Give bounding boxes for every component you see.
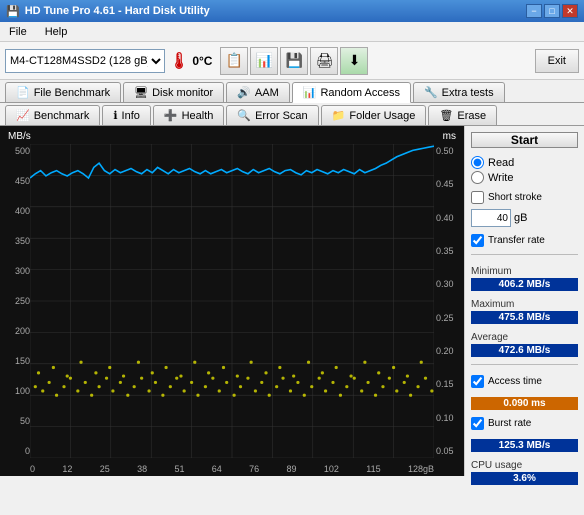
close-button[interactable]: ✕ [562, 4, 578, 18]
tab-row-1: 📄 File Benchmark 🖥 Disk monitor 🔊 AAM 📊 … [0, 80, 584, 103]
window-title: HD Tune Pro 4.61 - Hard Disk Utility [25, 5, 210, 17]
toolbar-btn-4[interactable]: 🖨 [310, 47, 338, 75]
radio-group: Read Write [471, 156, 578, 184]
toolbar-btn-3[interactable]: 💾 [280, 47, 308, 75]
chart-area: MB/s ms 500 450 400 350 300 250 200 150 … [0, 126, 464, 476]
exit-button[interactable]: Exit [535, 49, 579, 73]
minimum-stat: Minimum 406.2 MB/s [471, 266, 578, 291]
menu-help[interactable]: Help [41, 25, 72, 39]
tab-row-2: 📈 Benchmark ℹ Info ➕ Health 🔍 Error Scan… [0, 103, 584, 126]
divider-2 [471, 364, 578, 365]
toolbar-btn-2[interactable]: 📊 [250, 47, 278, 75]
minimum-value: 406.2 MB/s [471, 278, 578, 291]
access-time-checkbox[interactable] [471, 375, 484, 388]
tab-info[interactable]: ℹ Info [102, 105, 151, 125]
window-controls: − □ ✕ [526, 4, 578, 18]
tab-extra-tests[interactable]: 🔧 Extra tests [413, 82, 505, 102]
tab-folder-usage[interactable]: 📁 Folder Usage [321, 105, 427, 125]
short-stroke-row[interactable]: Short stroke [471, 191, 578, 204]
average-label: Average [471, 332, 578, 343]
toolbar-btn-1[interactable]: 📋 [220, 47, 248, 75]
maximize-button[interactable]: □ [544, 4, 560, 18]
burst-rate-row[interactable]: Burst rate [471, 417, 578, 430]
access-time-row[interactable]: Access time [471, 375, 578, 388]
tab-random-access[interactable]: 📊 Random Access [292, 82, 411, 103]
tab-disk-monitor[interactable]: 🖥 Disk monitor [123, 82, 224, 102]
tab-aam[interactable]: 🔊 AAM [226, 82, 290, 102]
average-stat: Average 472.6 MB/s [471, 332, 578, 357]
burst-rate-value: 125.3 MB/s [471, 439, 578, 452]
write-radio[interactable] [471, 171, 484, 184]
minimize-button[interactable]: − [526, 4, 542, 18]
menu-bar: File Help [0, 22, 584, 42]
random-access-icon: 📊 [303, 86, 317, 99]
spinbox-row: gB [471, 209, 578, 227]
app-icon: 💾 [6, 5, 20, 18]
burst-rate-stat: 125.3 MB/s [471, 438, 578, 452]
folder-usage-icon: 📁 [332, 109, 346, 122]
maximum-label: Maximum [471, 299, 578, 310]
toolbar-btn-5[interactable]: ⬇ [340, 47, 368, 75]
cpu-usage-stat: CPU usage 3.6% [471, 460, 578, 485]
erase-icon: 🗑 [439, 109, 453, 122]
main-content: MB/s ms 500 450 400 350 300 250 200 150 … [0, 126, 584, 476]
transfer-rate-row[interactable]: Transfer rate [471, 234, 578, 247]
chart-svg [30, 144, 434, 458]
access-time-value: 0.090 ms [471, 397, 578, 410]
tab-file-benchmark[interactable]: 📄 File Benchmark [5, 82, 121, 102]
error-scan-icon: 🔍 [237, 109, 251, 122]
short-stroke-checkbox[interactable] [471, 191, 484, 204]
cpu-usage-value: 3.6% [471, 472, 578, 485]
temperature-value: 0°C [192, 54, 212, 68]
burst-rate-checkbox[interactable] [471, 417, 484, 430]
read-radio-row[interactable]: Read [471, 156, 578, 169]
chart-y-label-right: ms [443, 131, 456, 142]
divider-1 [471, 254, 578, 255]
toolbar-buttons: 📋 📊 💾 🖨 ⬇ [220, 47, 368, 75]
menu-file[interactable]: File [5, 25, 31, 39]
chart-y-label-left: MB/s [8, 131, 31, 142]
tab-health[interactable]: ➕ Health [153, 105, 225, 125]
tab-benchmark[interactable]: 📈 Benchmark [5, 105, 100, 125]
maximum-value: 475.8 MB/s [471, 311, 578, 324]
transfer-rate-checkbox[interactable] [471, 234, 484, 247]
drive-select[interactable]: M4-CT128M4SSD2 (128 gB) [5, 49, 165, 73]
toolbar: M4-CT128M4SSD2 (128 gB) 🌡 0°C 📋 📊 💾 🖨 ⬇ … [0, 42, 584, 80]
read-radio[interactable] [471, 156, 484, 169]
average-value: 472.6 MB/s [471, 344, 578, 357]
gb-label: gB [514, 212, 527, 224]
temperature-indicator: 🌡 0°C [169, 51, 212, 71]
minimum-label: Minimum [471, 266, 578, 277]
aam-icon: 🔊 [237, 86, 251, 99]
health-icon: ➕ [164, 109, 178, 122]
info-icon: ℹ [113, 109, 117, 122]
stroke-value-input[interactable] [471, 209, 511, 227]
access-time-stat: 0.090 ms [471, 396, 578, 410]
title-bar: 💾 HD Tune Pro 4.61 - Hard Disk Utility −… [0, 0, 584, 22]
start-button[interactable]: Start [471, 132, 578, 148]
write-radio-row[interactable]: Write [471, 171, 578, 184]
tab-error-scan[interactable]: 🔍 Error Scan [226, 105, 318, 125]
disk-monitor-icon: 🖥 [134, 86, 148, 99]
y-axis-left: 500 450 400 350 300 250 200 150 100 50 0 [2, 146, 30, 456]
y-axis-right: 0.50 0.45 0.40 0.35 0.30 0.25 0.20 0.15 … [436, 146, 462, 456]
maximum-stat: Maximum 475.8 MB/s [471, 299, 578, 324]
benchmark-icon: 📈 [16, 109, 30, 122]
extra-tests-icon: 🔧 [424, 86, 438, 99]
tab-erase[interactable]: 🗑 Erase [428, 105, 497, 125]
file-benchmark-icon: 📄 [16, 86, 30, 99]
thermometer-icon: 🌡 [169, 51, 189, 71]
cpu-usage-label: CPU usage [471, 460, 578, 471]
x-axis: 0 12 25 38 51 64 76 89 102 115 128gB [30, 464, 434, 474]
right-panel: Start Read Write Short stroke gB Transfe… [464, 126, 584, 476]
